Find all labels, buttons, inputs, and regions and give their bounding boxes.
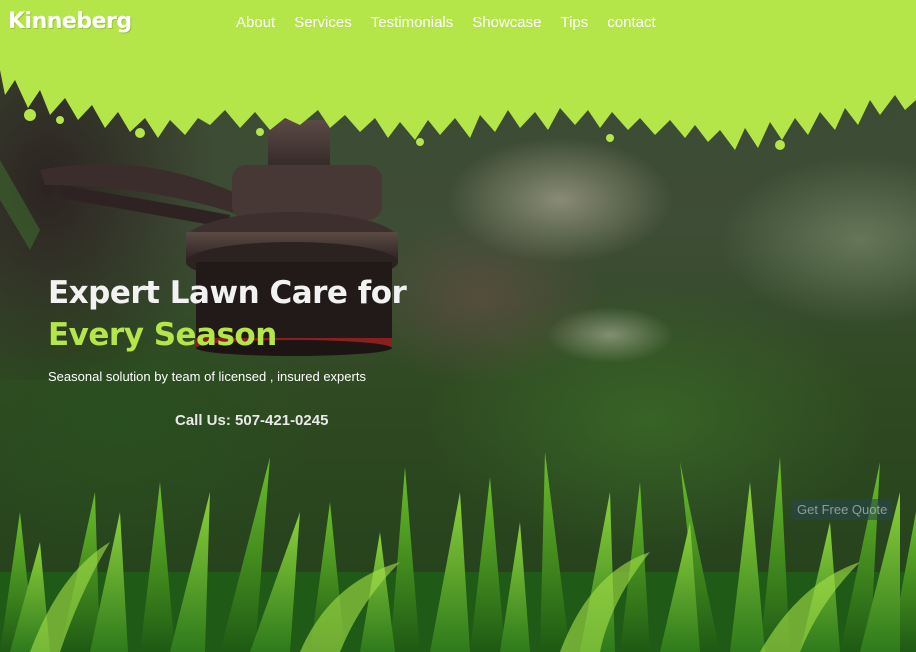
page: Kinneberg About Services Testimonials Sh…: [0, 0, 916, 652]
nav-item-testimonials[interactable]: Testimonials: [371, 14, 454, 31]
site-logo[interactable]: Kinneberg: [8, 9, 132, 34]
nav-item-tips[interactable]: Tips: [560, 14, 588, 31]
nav-item-about[interactable]: About: [236, 14, 275, 31]
get-free-quote-button[interactable]: Get Free Quote: [792, 499, 893, 520]
grass-foreground: [0, 452, 916, 652]
hero-title-line2: Every Season: [48, 317, 277, 353]
hero-title: Expert Lawn Care for Every Season: [48, 272, 407, 356]
nav-links: About Services Testimonials Showcase Tip…: [236, 14, 675, 31]
nav-item-showcase[interactable]: Showcase: [472, 14, 541, 31]
hero-title-line1: Expert Lawn Care for: [48, 275, 407, 311]
call-us-phone[interactable]: Call Us: 507-421-0245: [175, 412, 328, 429]
nav-item-services[interactable]: Services: [294, 14, 352, 31]
hero-subtitle: Seasonal solution by team of licensed , …: [48, 369, 366, 384]
navbar: Kinneberg About Services Testimonials Sh…: [0, 0, 916, 48]
nav-item-contact[interactable]: contact: [607, 14, 655, 31]
